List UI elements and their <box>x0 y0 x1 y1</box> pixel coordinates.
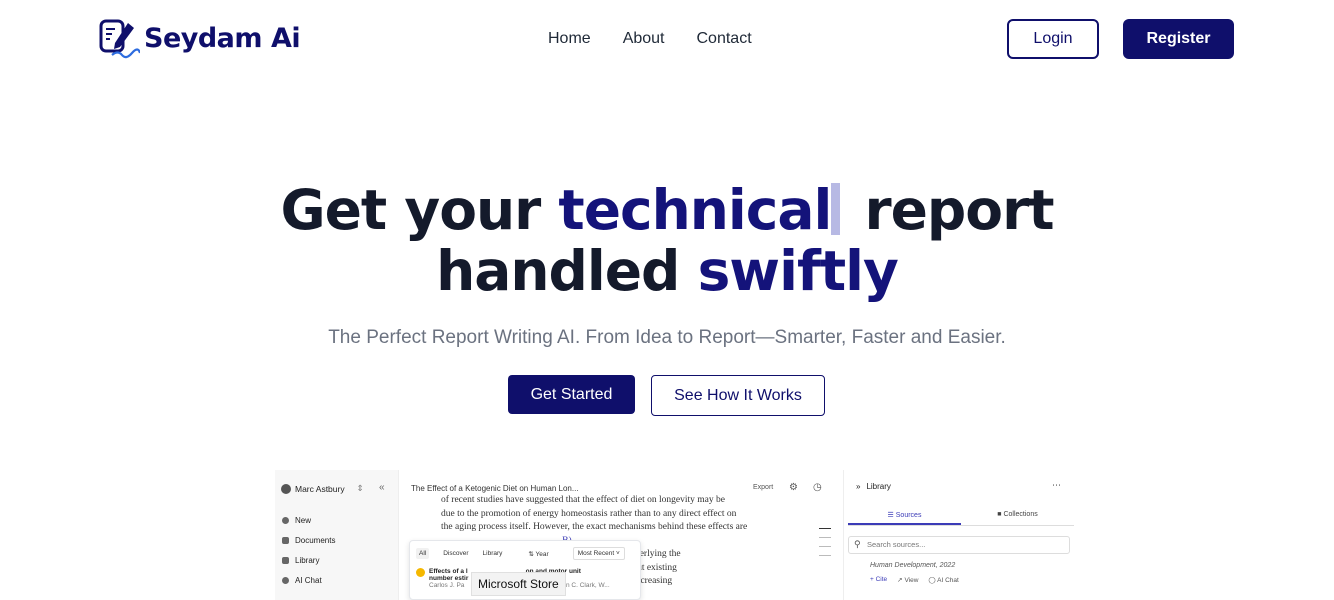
plus-icon <box>282 516 289 524</box>
nav-link-home[interactable]: Home <box>548 30 591 48</box>
document-icon <box>282 536 289 544</box>
nav-link-about[interactable]: About <box>623 30 665 48</box>
clock-icon: ◷ <box>813 482 822 493</box>
see-how-it-works-button[interactable]: See How It Works <box>651 375 825 416</box>
chevron-updown-icon: ⇕ <box>356 483 364 493</box>
hero-title-part3: handled <box>436 239 698 303</box>
preview-export: Export <box>753 484 774 491</box>
preview-library-search: ⚲ Search sources... <box>848 536 1070 554</box>
brand-logo[interactable]: Seydam Ai <box>98 17 301 59</box>
preview-popup-tab: Discover <box>443 550 469 557</box>
preview-ai-chat-label: AI Chat <box>937 577 959 584</box>
preview-nav-ai-chat: AI Chat <box>282 570 335 590</box>
library-icon <box>282 556 289 564</box>
collapse-sidebar-icon: « <box>379 482 385 493</box>
nav-links: Home About Contact <box>548 30 752 48</box>
preview-user: Marc Astbury ⇕ <box>281 483 364 494</box>
gear-icon: ⚙ <box>789 482 798 493</box>
preview-popup-tabs: All Discover Library ⇅ Year Most Recent … <box>410 541 640 566</box>
avatar <box>281 483 291 494</box>
hero-title-part2: report <box>846 178 1055 242</box>
preview-editor: The Effect of a Ketogenic Diet on Human … <box>399 470 843 600</box>
preview-nav-label: Documents <box>295 535 336 545</box>
preview-nav-label: New <box>295 515 312 525</box>
preview-doc-title: The Effect of a Ketogenic Diet on Human … <box>411 484 579 493</box>
register-button[interactable]: Register <box>1123 19 1234 59</box>
preview-ai-chat: ◯ AI Chat <box>928 577 959 584</box>
preview-popup-sort: Most Recent ˅ <box>572 547 625 560</box>
source-badge-icon <box>416 568 425 577</box>
preview-result-title: Effects of a l <box>429 568 468 575</box>
preview-nav-library: Library <box>282 550 335 570</box>
preview-library-tab-label: Collections <box>1003 511 1038 518</box>
nav-link-contact[interactable]: Contact <box>697 30 752 48</box>
chat-icon <box>282 576 289 584</box>
login-button[interactable]: Login <box>1007 19 1099 59</box>
hero-title-part1: Get your <box>280 178 559 242</box>
preview-popup-year: Year <box>535 550 549 558</box>
preview-user-name: Marc Astbury <box>295 483 345 494</box>
preview-search-placeholder: Search sources... <box>867 540 926 549</box>
preview-result-authors: Carlos J. Pa <box>429 582 465 589</box>
preview-body-line: due to the promotion of energy homeostas… <box>441 508 737 519</box>
top-navbar: Seydam Ai Home About Contact Login Regis… <box>0 0 1334 80</box>
preview-body-line: the aging process itself. However, the e… <box>441 522 748 532</box>
preview-side-nav: New Documents Library AI Chat <box>282 510 335 590</box>
preview-body-line: of recent studies have suggested that th… <box>441 495 725 505</box>
preview-nav-documents: Documents <box>282 530 335 550</box>
preview-scroll-marks <box>819 528 831 564</box>
preview-popup-tab: All <box>416 548 430 559</box>
preview-view: ↗ View <box>897 577 919 584</box>
preview-library-tab-label: Sources <box>895 512 922 519</box>
app-preview-screenshot: Marc Astbury ⇕ « New Documents Library A… <box>275 470 1075 600</box>
get-started-button[interactable]: Get Started <box>508 375 635 414</box>
expand-icon: » <box>856 482 861 491</box>
preview-library-panel: » Library ⋯ ☰ Sources ■ Collections ⚲ Se… <box>843 470 1075 600</box>
hero-title: Get your technical report handled swiftl… <box>0 180 1334 302</box>
preview-cite: + Cite <box>870 576 888 583</box>
preview-view-label: View <box>904 577 919 584</box>
os-tooltip: Microsoft Store <box>471 572 566 596</box>
hero-title-accent2: swiftly <box>697 239 899 303</box>
preview-popup-tab: Library <box>482 550 503 557</box>
preview-library-ref: Human Development, 2022 <box>870 562 956 569</box>
brand-name: Seydam Ai <box>144 22 301 54</box>
preview-popup-sort-label: Most Recent <box>577 550 615 557</box>
preview-nav-label: AI Chat <box>295 575 322 585</box>
preview-sidebar: Marc Astbury ⇕ « New Documents Library A… <box>275 470 399 600</box>
filter-icon: ⇅ Year <box>528 550 549 558</box>
preview-library-title: Library <box>866 482 891 491</box>
more-icon: ⋯ <box>1052 480 1061 490</box>
search-icon: ⚲ <box>854 539 861 549</box>
typing-cursor <box>831 183 841 235</box>
preview-nav-label: Library <box>295 555 320 565</box>
preview-library-actions: + Cite ↗ View ◯ AI Chat <box>870 576 959 584</box>
preview-library-tabs: ☰ Sources ■ Collections <box>848 508 1074 526</box>
hero-title-accent1: technical <box>558 178 832 242</box>
preview-library-header: » Library <box>856 482 891 491</box>
document-pen-icon <box>99 19 140 59</box>
hero-subtitle: The Perfect Report Writing AI. From Idea… <box>328 327 1006 348</box>
preview-cite-label: Cite <box>875 576 888 583</box>
preview-library-tab-collections: ■ Collections <box>997 511 1038 518</box>
preview-nav-new: New <box>282 510 335 530</box>
preview-library-tab-sources: ☰ Sources <box>848 508 961 525</box>
